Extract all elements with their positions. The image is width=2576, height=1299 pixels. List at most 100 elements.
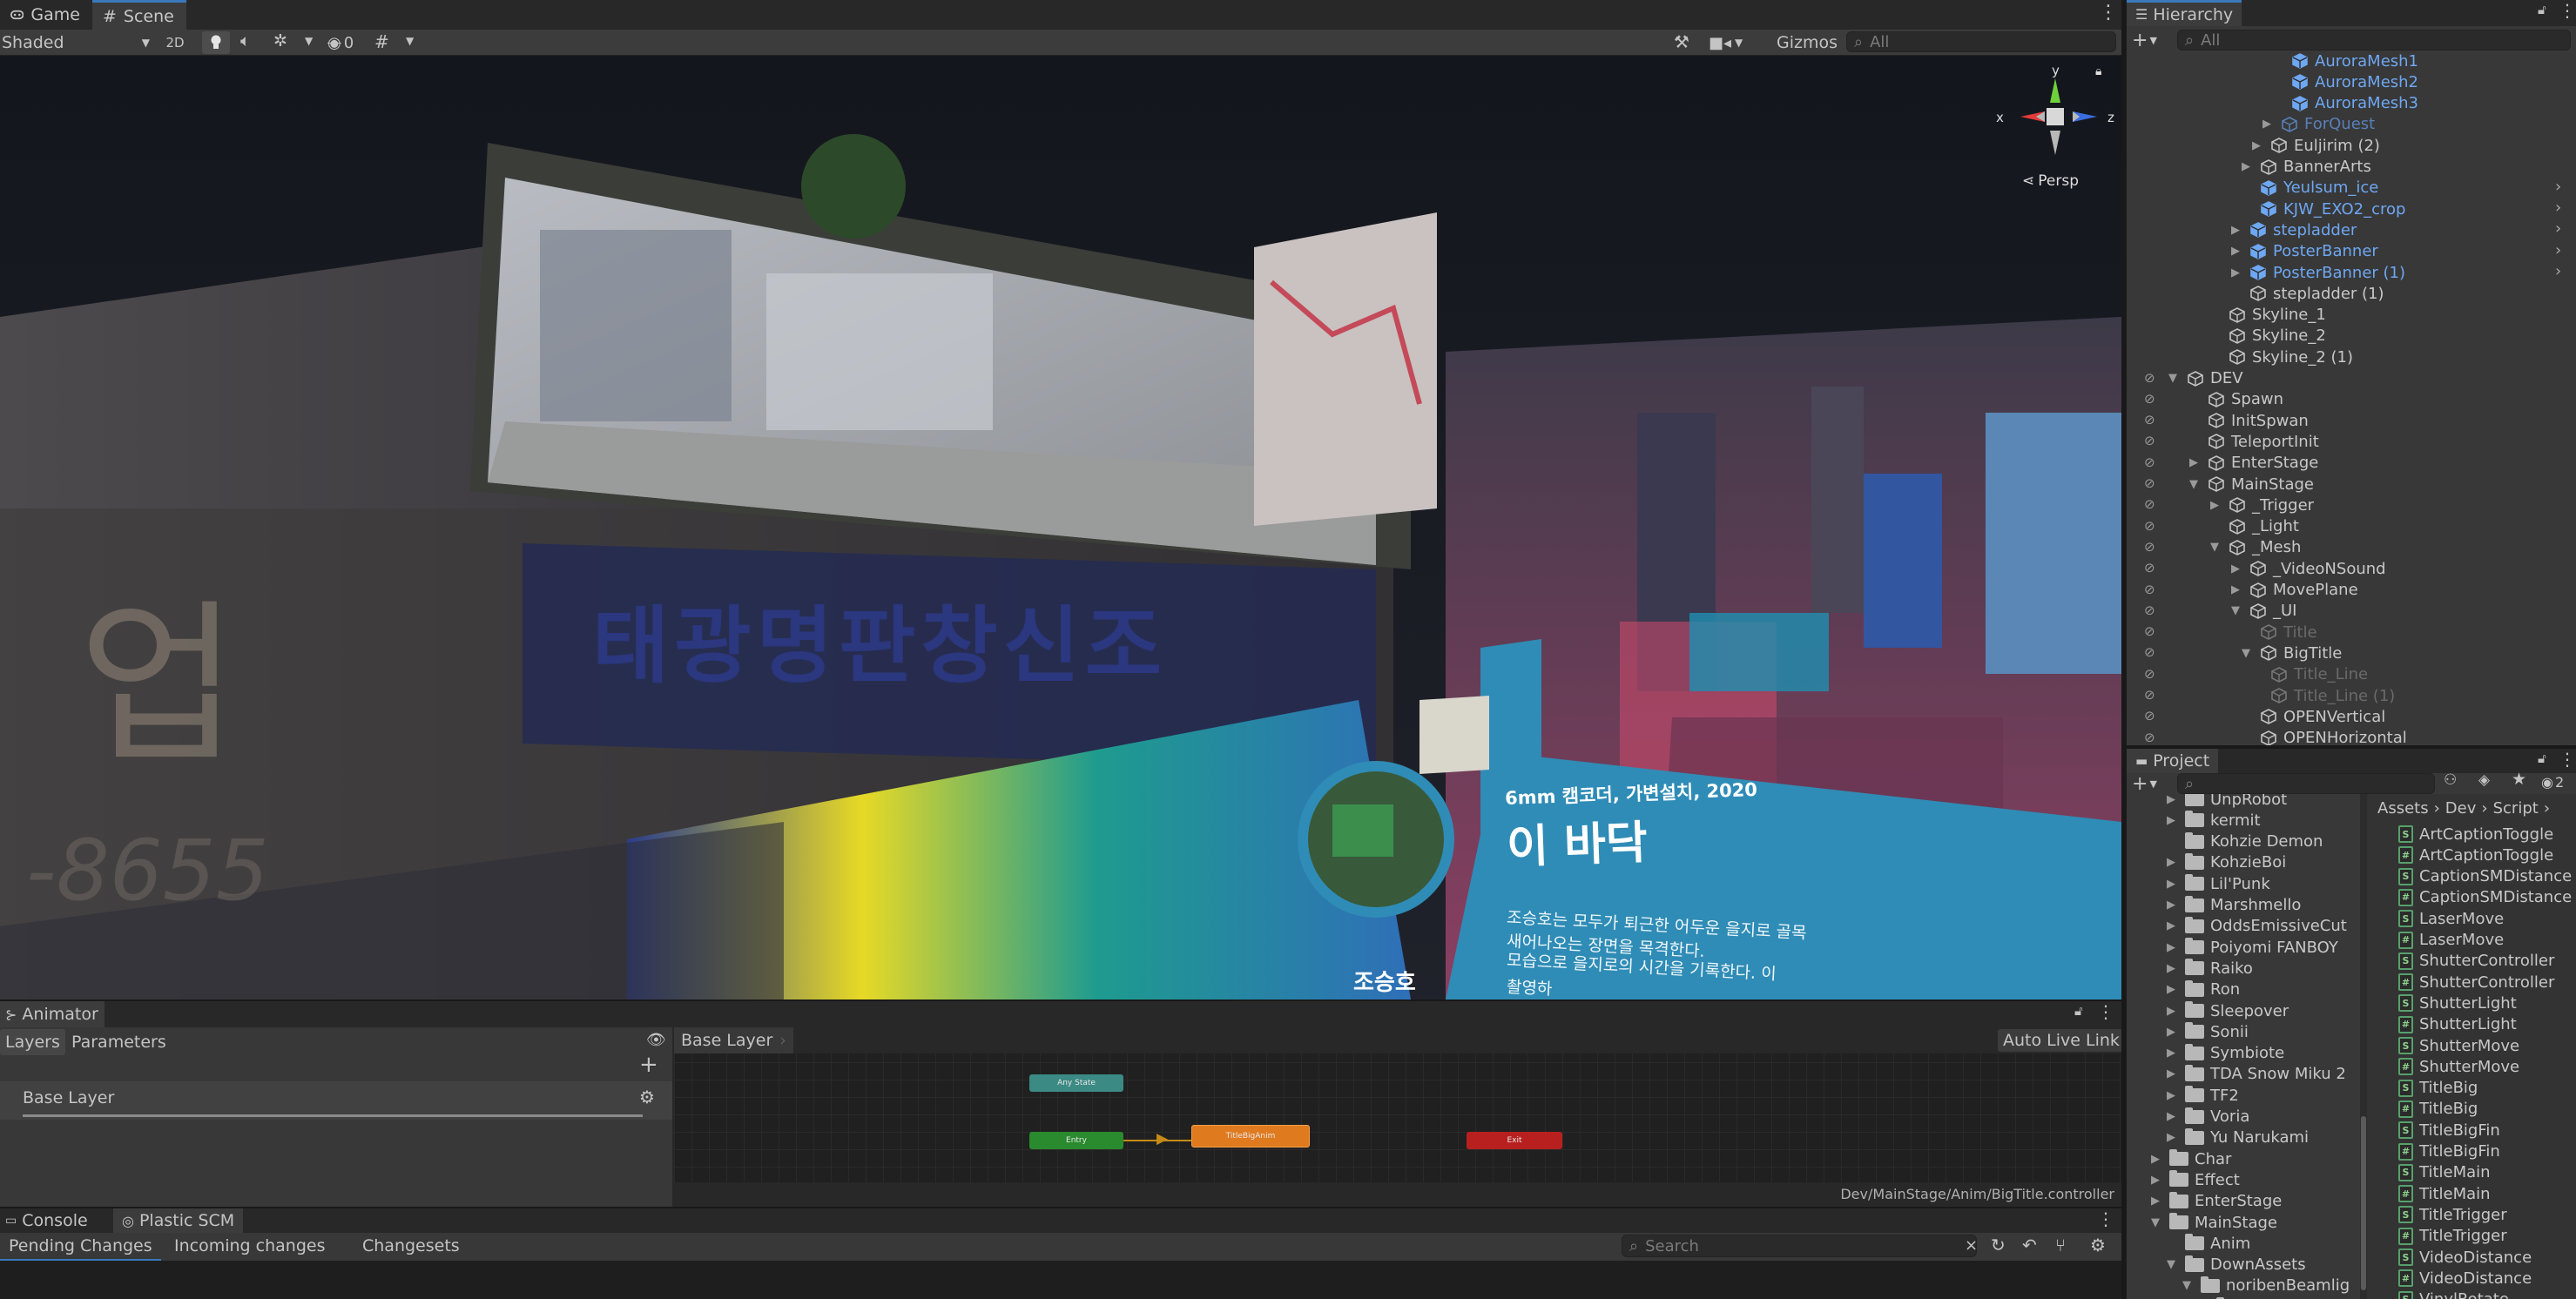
hierarchy-item[interactable]: ▶ EnterStage [2189,453,2318,474]
camera-dropdown[interactable]: ■◂ ▼ [1709,30,1743,56]
collapsed-arrow-icon[interactable]: ▶ [2151,1153,2163,1166]
plastic-settings-gear-icon[interactable]: ⚙ [2090,1235,2106,1255]
hierarchy-item[interactable]: AuroraMesh3 [2273,93,2418,114]
project-file-item[interactable]: # TitleTrigger [2398,1226,2507,1247]
scene-visibility-icon[interactable]: ⊘ [2144,730,2155,745]
search-by-type-icon[interactable]: ⚇ [2444,771,2457,789]
collapsed-arrow-icon[interactable]: ▶ [2167,1005,2179,1018]
hierarchy-kebab-icon[interactable]: ⋮ [2559,0,2576,21]
expanded-arrow-icon[interactable]: ▼ [2210,541,2222,554]
branch-icon[interactable]: ⑂ [2055,1235,2066,1255]
hierarchy-item[interactable]: OPENHorizontal [2242,728,2407,745]
hierarchy-item[interactable]: ▶ _Trigger [2210,495,2314,515]
collapsed-arrow-icon[interactable]: ▶ [2167,1047,2179,1060]
animator-graph[interactable] [674,1027,2121,1207]
project-file-item[interactable]: S CaptionSMDistance [2398,866,2572,887]
collapsed-arrow-icon[interactable]: ▶ [2231,583,2243,596]
search-by-label-icon[interactable]: ◈ [2478,771,2490,789]
project-folder-item[interactable]: ▶ Marshmello [2167,895,2301,916]
hierarchy-item[interactable]: _Light [2210,516,2299,537]
project-hidden-toggle[interactable]: ◉ 2 [2541,771,2564,792]
orientation-gizmo[interactable]: y x z 🔒︎ ⋖ Persp [1994,63,2121,199]
collapsed-arrow-icon[interactable]: ▶ [2231,245,2243,258]
hierarchy-item[interactable]: ▼ _UI [2231,601,2296,622]
eye-icon[interactable]: 👁︎ [646,1031,666,1049]
gizmos-dropdown[interactable]: Gizmos ▼ [1777,30,1854,56]
incoming-changes-tab[interactable]: Incoming changes [165,1236,334,1255]
persp-label[interactable]: ⋖ Persp [2022,172,2079,190]
scene-visibility-icon[interactable]: ⊘ [2144,666,2155,682]
project-folder-item[interactable]: ▼ MainStage [2151,1212,2277,1233]
scene-search-input[interactable]: ⌕ All [1846,31,2116,52]
breadcrumb-dev[interactable]: Dev [2445,799,2477,818]
scene-visibility-icon[interactable]: ⊘ [2144,496,2155,512]
project-folder-item[interactable]: ▶ Symbiote [2167,1043,2284,1064]
project-folder-item[interactable]: ▶ TF2 [2167,1085,2239,1106]
favorites-star-icon[interactable]: ★ [2512,770,2526,789]
scene-kebab-icon[interactable]: ⋮ [2099,2,2118,24]
expanded-arrow-icon[interactable]: ▼ [2242,647,2254,660]
project-tree-scrollbar[interactable] [2360,794,2367,1299]
hierarchy-item[interactable]: Title_Line [2252,664,2368,685]
project-folder-item[interactable]: ▶ KohzieBoi [2167,852,2286,873]
collapsed-arrow-icon[interactable]: ▶ [2189,456,2202,469]
hierarchy-item[interactable]: ▼ DEV [2168,368,2243,389]
project-folder-item[interactable]: ▶ Ron [2167,979,2240,1000]
hierarchy-item[interactable]: stepladder (1) [2231,283,2384,304]
project-file-item[interactable]: # ShutterLight [2398,1014,2517,1035]
collapsed-arrow-icon[interactable]: ▶ [2167,962,2179,975]
project-file-item[interactable]: # TitleBigFin [2398,1141,2500,1162]
project-folder-item[interactable]: ▶ Lil'Punk [2167,873,2270,894]
collapsed-arrow-icon[interactable]: ▶ [2167,794,2179,806]
project-folder-item[interactable]: ▶ Sonii [2167,1021,2249,1042]
project-folder-item[interactable]: ▶ Effect [2151,1169,2240,1190]
project-add-button[interactable]: + ▼ [2132,771,2157,796]
expanded-arrow-icon[interactable]: ▼ [2167,1258,2179,1271]
project-folder-item[interactable]: ▶ Voria [2167,1107,2249,1127]
project-folder-item[interactable]: ▶ Sleepover [2167,1000,2289,1021]
project-file-item[interactable]: S TitleBigFin [2398,1120,2500,1141]
collapsed-arrow-icon[interactable]: ▶ [2167,878,2179,891]
changesets-tab[interactable]: Changesets [354,1236,469,1255]
scene-view[interactable]: 업 태광명판창신조 -8655 6mm 캠코더, 가변설치, 2020 이 바닥… [0,56,2121,999]
scene-visibility-icon[interactable]: ⊘ [2144,644,2155,660]
hierarchy-item[interactable]: Title_Line (1) [2252,685,2395,706]
project-folder-item[interactable]: ▶ EnterStage [2151,1191,2282,1212]
add-layer-icon[interactable]: + [639,1052,658,1078]
project-folder-item[interactable]: ▶ TDA Snow Miku 2 [2167,1064,2346,1085]
expanded-arrow-icon[interactable]: ▼ [2182,1279,2195,1292]
hierarchy-item[interactable]: ▶ PosterBanner (1) [2231,262,2405,283]
pending-changes-tab[interactable]: Pending Changes [0,1233,161,1261]
scene-visibility-icon[interactable]: ⊘ [2144,623,2155,639]
tools-icon[interactable]: ⚒ [1674,31,1689,52]
effects-dropdown-icon[interactable]: ▼ [305,35,313,47]
collapsed-arrow-icon[interactable]: ▶ [2167,1067,2179,1080]
hierarchy-item[interactable]: Skyline_1 [2210,305,2326,326]
hierarchy-item[interactable]: ▶ PosterBanner [2231,241,2378,262]
project-tree-scroll-thumb[interactable] [2361,1116,2366,1290]
hierarchy-item[interactable]: ▶ Euljirim (2) [2252,135,2380,156]
scene-visibility-icon[interactable]: ⊘ [2144,391,2155,407]
project-folder-item[interactable]: ▶ Raiko [2167,958,2253,979]
auto-live-link-button[interactable]: Auto Live Link [1998,1029,2125,1052]
plastic-scm-tab[interactable]: ◎ Plastic SCM [113,1208,244,1233]
hierarchy-item[interactable]: Yeulsum_ice [2242,178,2378,199]
project-tab[interactable]: ▬ Project [2127,749,2219,773]
project-folder-item[interactable]: ▼ noribenBeamlig [2182,1275,2350,1296]
project-file-item[interactable]: # TitleMain [2398,1183,2491,1204]
collapsed-arrow-icon[interactable]: ▶ [2167,919,2179,932]
project-folder-item[interactable]: ▶ OddsEmissiveCut [2167,916,2347,937]
breadcrumb-script[interactable]: Script [2493,799,2539,818]
hierarchy-item[interactable]: ▼ MainStage [2189,474,2314,495]
project-file-item[interactable]: S ShutterLight [2398,993,2517,1013]
hierarchy-item[interactable]: ▼ BigTitle [2242,643,2342,663]
project-folder-item[interactable]: ▶ Char [2151,1148,2231,1169]
project-file-item[interactable]: S TitleMain [2398,1162,2491,1183]
exit-node[interactable]: Exit [1467,1132,1562,1149]
clear-search-icon[interactable]: × [1965,1236,1978,1255]
expanded-arrow-icon[interactable]: ▼ [2231,604,2243,617]
title-big-anim-node[interactable]: TitleBigAnim [1191,1125,1310,1148]
tab-game[interactable]: Game [0,0,91,30]
hierarchy-tab[interactable]: ☰ Hierarchy [2127,0,2242,26]
effects-toggle-icon[interactable]: ✲ [273,31,287,50]
